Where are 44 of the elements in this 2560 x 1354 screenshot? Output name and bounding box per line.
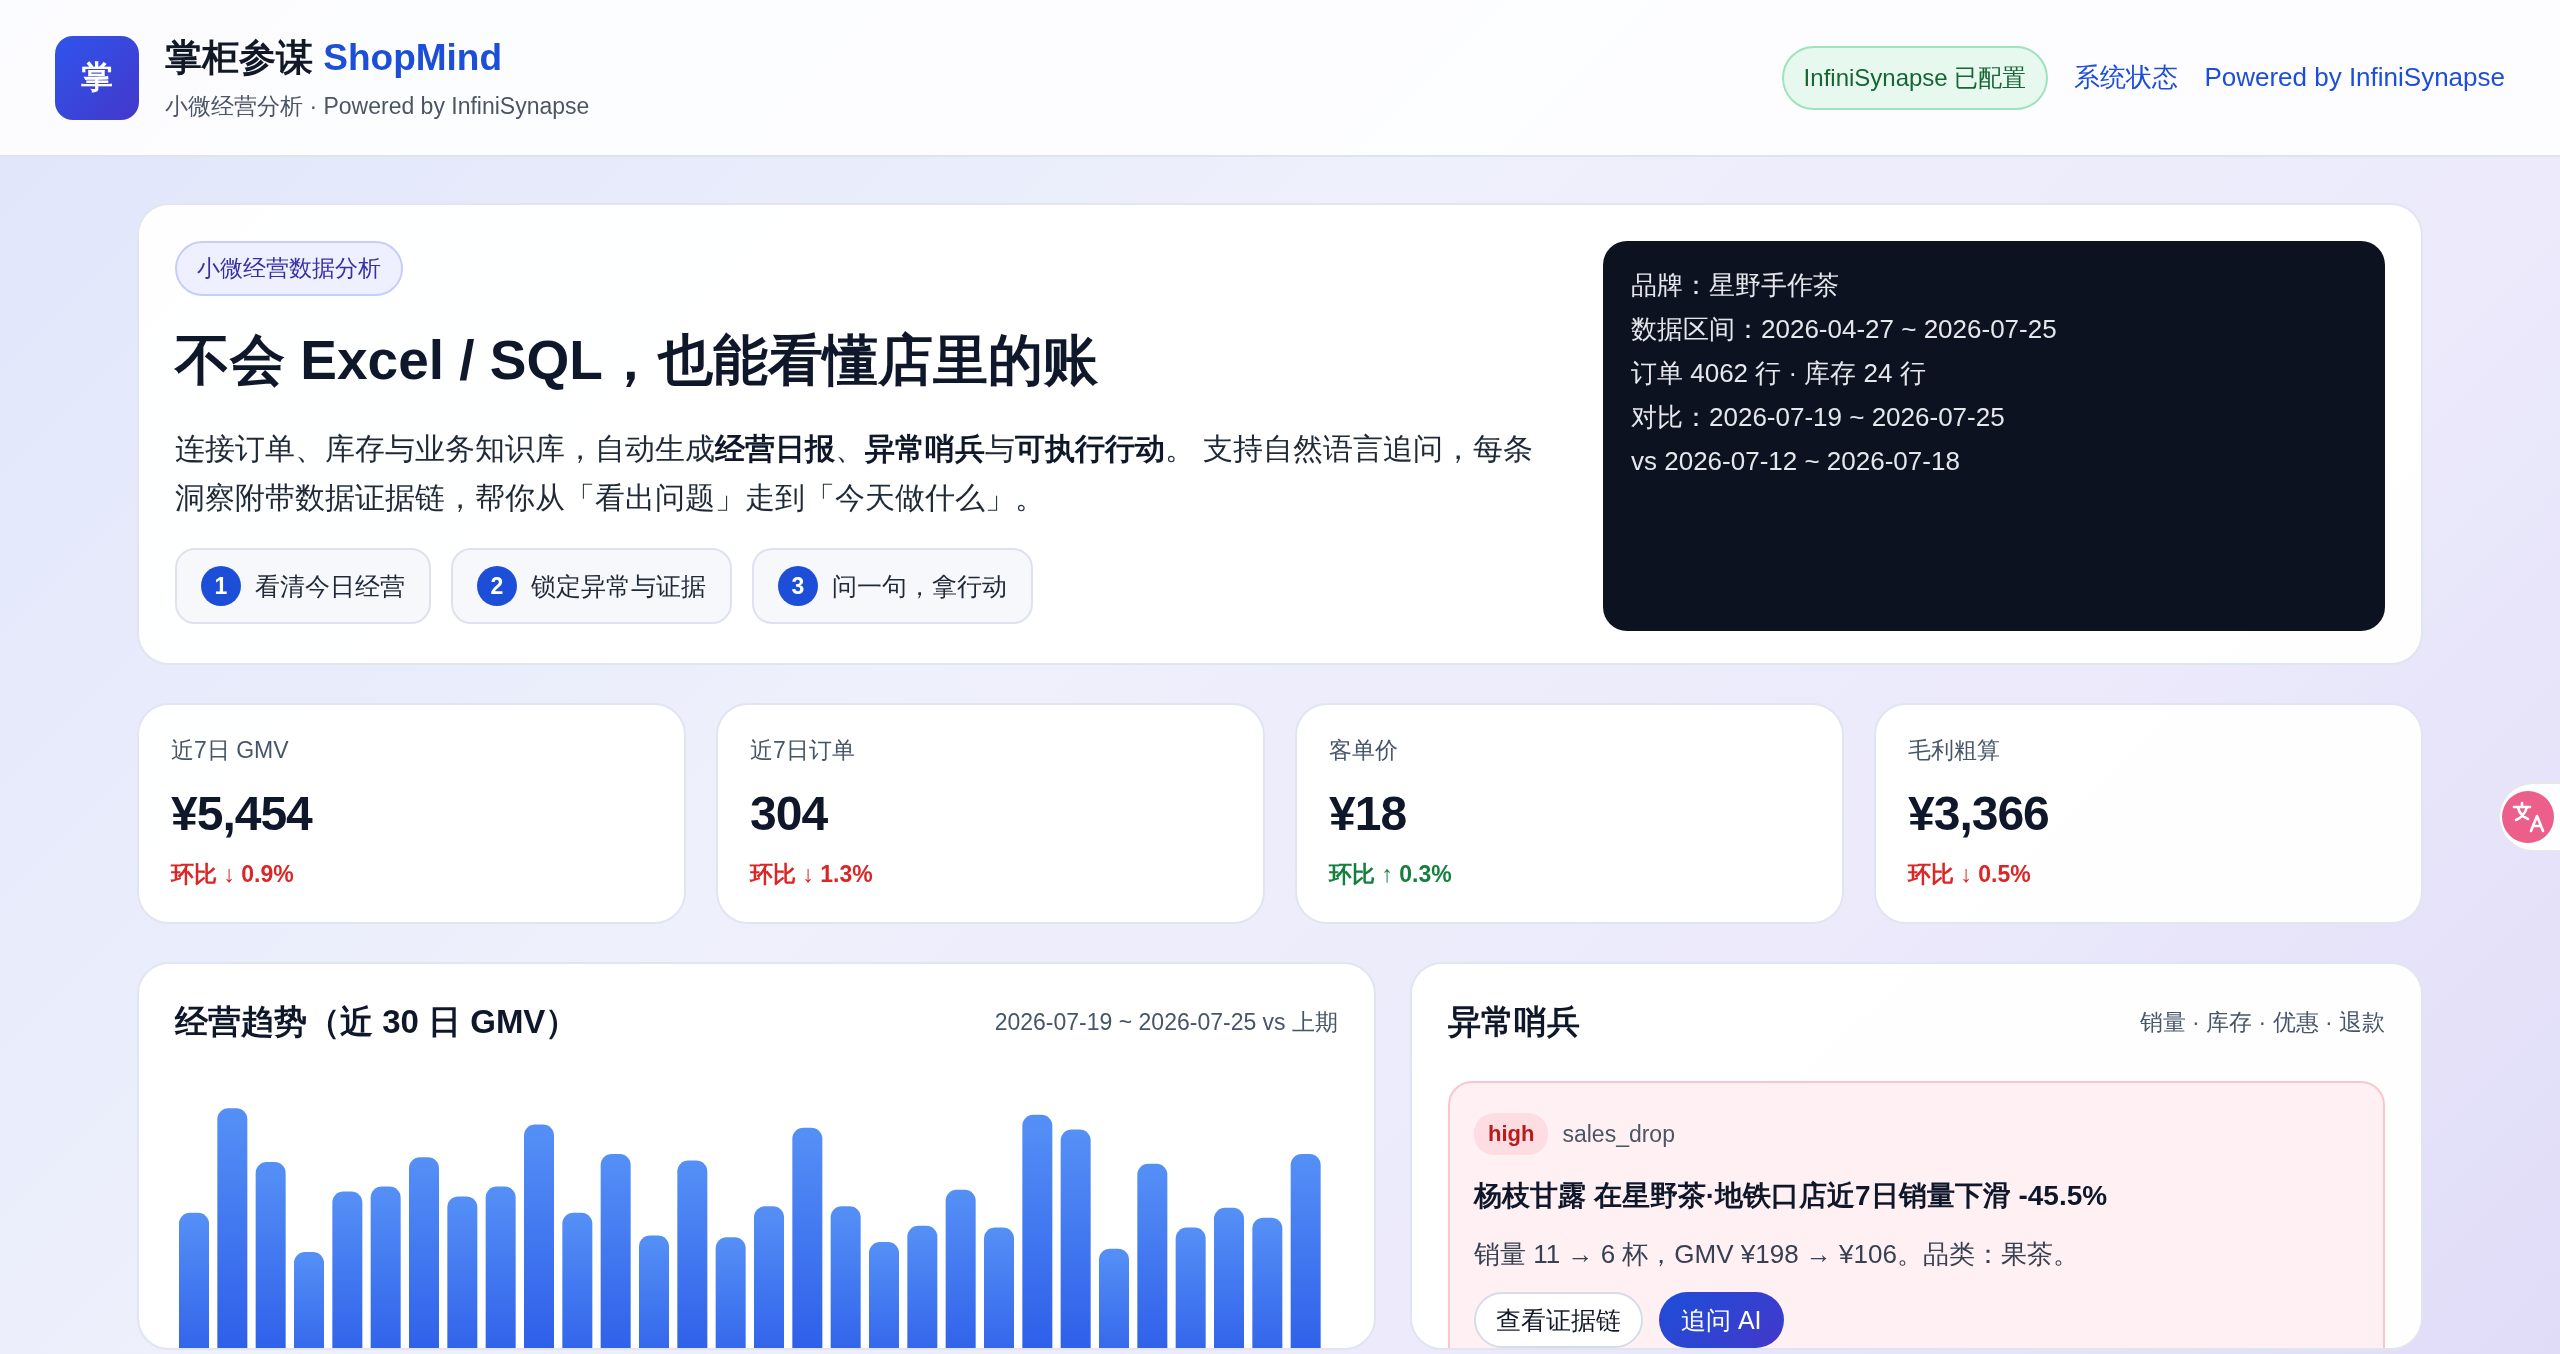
step-number: 3 — [778, 566, 818, 606]
app-logo: 掌 — [55, 35, 139, 120]
info-line: vs 2026-07-12 ~ 2026-07-18 — [1631, 447, 1961, 476]
status-badge: InfiniSynapse 已配置 — [1781, 45, 2049, 110]
kpi-label: 近7日订单 — [750, 736, 856, 765]
evidence-button[interactable]: 查看证据链 — [1474, 1292, 1643, 1348]
step-button[interactable]: 3 问一句，拿行动 — [752, 548, 1033, 624]
kpi-change: 环比 ↓ 0.9% — [171, 860, 295, 889]
alert-detail: 销量 11 → 6 杯，GMV ¥198 → ¥106。品类：果茶。 — [1474, 1238, 2079, 1271]
info-line: 数据区间：2026-04-27 ~ 2026-07-25 — [1631, 315, 2058, 344]
severity-badge: high — [1474, 1113, 1549, 1155]
info-line: 对比：2026-07-19 ~ 2026-07-25 — [1631, 403, 2006, 432]
kpi-label: 毛利粗算 — [1908, 736, 2001, 765]
kpi-change: 环比 ↓ 1.3% — [750, 860, 874, 889]
category-tag: 小微经营数据分析 — [175, 241, 403, 296]
panel-title: 经营趋势（近 30 日 GMV） — [175, 1002, 579, 1042]
info-line: 订单 4062 行 · 库存 24 行 — [1631, 359, 1927, 388]
app-subtitle: 小微经营分析 · Powered by InfiniSynapse — [165, 92, 590, 121]
kpi-label: 近7日 GMV — [171, 736, 290, 765]
panel-title: 异常哨兵 — [1448, 1002, 1580, 1042]
kpi-label: 客单价 — [1329, 736, 1399, 765]
kpi-change: 环比 ↓ 0.5% — [1908, 860, 2032, 889]
hero-description: 连接订单、库存与业务知识库，自动生成经营日报、异常哨兵与可执行行动。 支持自然语言追问，每条洞察附带数据证据链，帮你从「看出问题」走到「今天做什么」。 — [175, 431, 1535, 516]
kpi-value: ¥3,366 — [1908, 786, 2050, 841]
kpi-value: 304 — [750, 786, 829, 841]
step-button[interactable]: 1 看清今日经营 — [175, 548, 431, 624]
kpi-value: ¥5,454 — [171, 786, 314, 841]
ask-ai-button[interactable]: 追问 AI — [1659, 1292, 1784, 1348]
translate-icon — [2502, 791, 2554, 843]
kpi-change: 环比 ↑ 0.3% — [1329, 860, 1453, 889]
date-range: 2026-07-19 ~ 2026-07-25 vs 上期 — [994, 1008, 1338, 1037]
header-link[interactable]: 系统状态 — [2074, 60, 2179, 95]
app-title: 掌柜参谋 ShopMind — [165, 36, 504, 80]
alert-title: 杨枝甘露 在星野茶·地铁口店近7日销量下滑 -45.5% — [1474, 1179, 2108, 1213]
translate-button[interactable] — [2498, 782, 2560, 852]
info-line: 品牌：星野手作茶 — [1631, 271, 1840, 300]
step-number: 1 — [201, 566, 241, 606]
kpi-value: ¥18 — [1329, 786, 1408, 841]
header-link[interactable]: Powered by InfiniSynapse — [2204, 62, 2505, 93]
alert-categories: 销量 · 库存 · 优惠 · 退款 — [2139, 1008, 2385, 1037]
step-button[interactable]: 2 锁定异常与证据 — [451, 548, 732, 624]
step-number: 2 — [477, 566, 517, 606]
hero-heading: 不会 Excel / SQL，也能看懂店里的账 — [175, 328, 1098, 393]
alert-type: sales_drop — [1562, 1120, 1675, 1148]
